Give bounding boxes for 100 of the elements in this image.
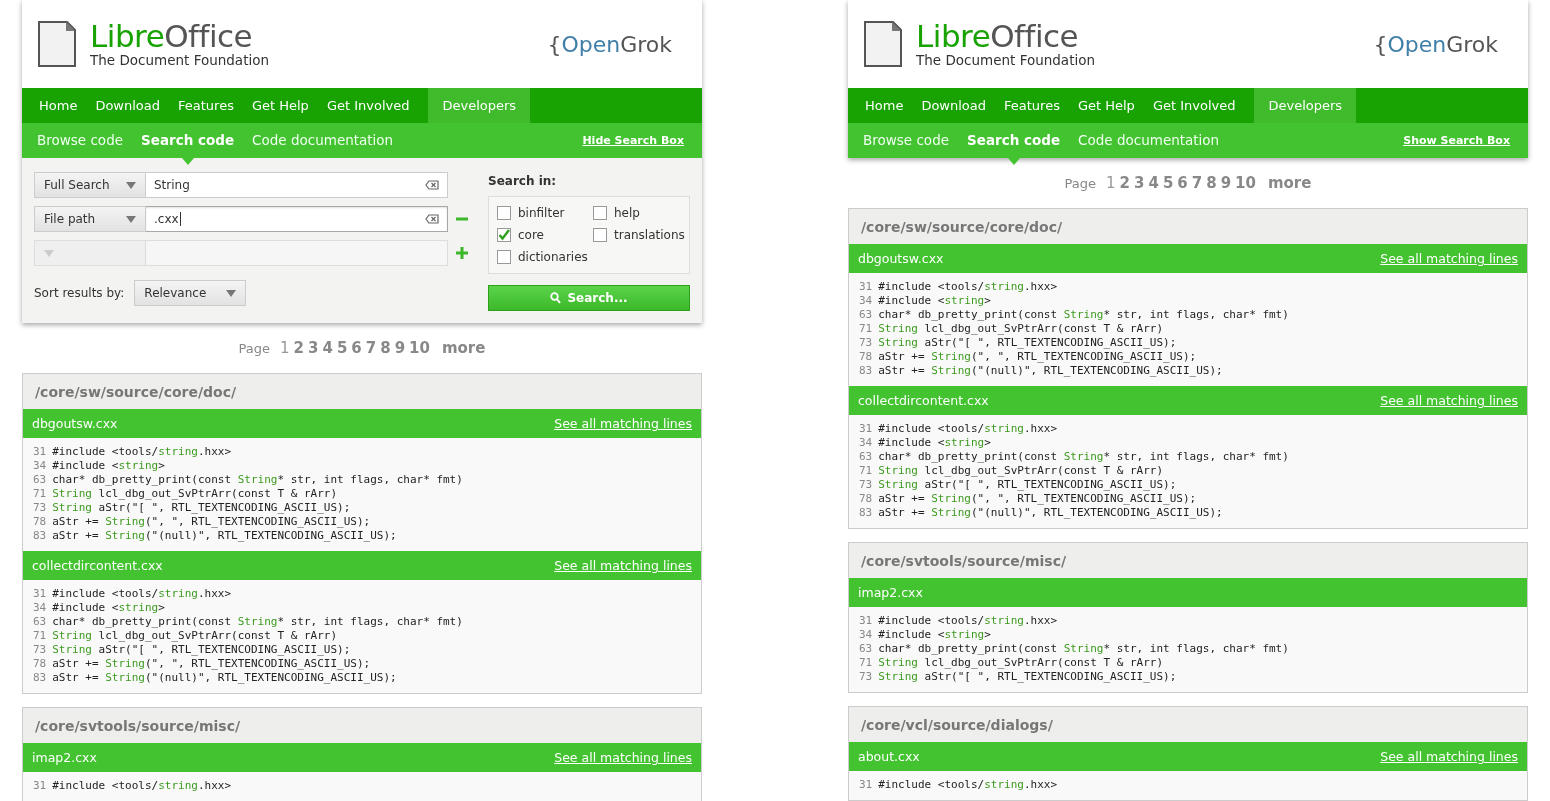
nav-tab[interactable]: Features [169,88,243,123]
page-link[interactable]: 7 [365,339,377,357]
code-line[interactable]: String lcl_dbg_out_SvPtrArr(const T & rArr) [878,656,1164,670]
code-line[interactable]: aStr += String(", ", RTL_TEXTENCODING_ASCII_US); [878,350,1197,364]
page-link[interactable]: 10 [1235,174,1256,192]
clear-icon[interactable] [425,214,439,224]
code-line[interactable]: #include <tools/string.hxx> [52,587,232,601]
search-input-field[interactable]: String [146,172,448,198]
code-line[interactable]: #include <string> [878,436,991,450]
sub-nav-tab[interactable]: Search code [958,123,1070,158]
nav-tab[interactable]: Home [856,88,913,123]
project-checkbox[interactable]: help [593,202,685,224]
file-name[interactable]: about.cxx [858,749,920,764]
code-line[interactable]: String aStr("[ ", RTL_TEXTENCODING_ASCII_US); [52,501,351,515]
code-line[interactable]: aStr += String(", ", RTL_TEXTENCODING_ASCII_US); [52,515,371,529]
code-line[interactable]: String aStr("[ ", RTL_TEXTENCODING_ASCII_US); [878,336,1177,350]
code-line[interactable]: aStr += String("(null)", RTL_TEXTENCODING_ASCII_US); [52,671,397,685]
code-line[interactable]: String lcl_dbg_out_SvPtrArr(const T & rArr) [52,487,338,501]
project-checkbox[interactable]: translations [593,224,685,246]
page-link[interactable]: 8 [380,339,391,357]
code-line[interactable]: String aStr("[ ", RTL_TEXTENCODING_ASCII_US); [878,670,1177,684]
matching-lines-link[interactable]: See all matching lines [1380,393,1518,408]
nav-tab[interactable]: Get Help [242,88,318,123]
code-line[interactable]: #include <string> [52,601,165,615]
code-line[interactable]: char* db_pretty_print(const String* str, int flags, char* fmt) [52,473,463,487]
page-link[interactable]: 1 [1106,174,1116,192]
search-input-field[interactable]: .cxx [146,206,448,232]
search-button[interactable]: Search... [488,285,690,311]
code-line[interactable]: #include <string> [878,628,991,642]
nav-tab[interactable]: Download [86,88,169,123]
code-line[interactable]: aStr += String(", ", RTL_TEXTENCODING_ASCII_US); [878,492,1197,506]
page-link[interactable]: 6 [1177,174,1188,192]
code-line[interactable]: #include <tools/string.hxx> [52,779,232,793]
code-line[interactable]: aStr += String("(null)", RTL_TEXTENCODING_ASCII_US); [878,364,1223,378]
page-link[interactable]: 2 [1119,174,1130,192]
clear-icon[interactable] [425,180,439,190]
nav-tab[interactable]: Developers [428,88,531,123]
code-line[interactable]: #include <string> [52,459,165,473]
file-name[interactable]: collectdircontent.cxx [858,393,989,408]
project-checkbox[interactable]: binfilter [497,202,593,224]
file-name[interactable]: imap2.cxx [32,750,97,765]
nav-tab[interactable]: Get Involved [317,88,419,123]
code-line[interactable]: char* db_pretty_print(const String* str, int flags, char* fmt) [878,450,1289,464]
toggle-search-link[interactable]: Show Search Box [1403,134,1510,147]
code-line[interactable]: aStr += String("(null)", RTL_TEXTENCODING_ASCII_US); [52,529,397,543]
code-line[interactable]: char* db_pretty_print(const String* str, int flags, char* fmt) [52,615,463,629]
page-link[interactable]: 3 [308,339,319,357]
code-line[interactable]: #include <tools/string.hxx> [878,778,1058,792]
sort-dropdown[interactable]: Relevance [134,280,247,306]
matching-lines-link[interactable]: See all matching lines [1380,251,1518,266]
matching-lines-link[interactable]: See all matching lines [554,416,692,431]
code-line[interactable]: #include <string> [878,294,991,308]
nav-tab[interactable]: Home [30,88,87,123]
sub-nav-tab[interactable]: Browse code [28,123,132,158]
code-line[interactable]: #include <tools/string.hxx> [878,280,1058,294]
sub-nav-tab[interactable]: Code documentation [1069,123,1229,158]
code-line[interactable]: aStr += String("(null)", RTL_TEXTENCODING_ASCII_US); [878,506,1223,520]
code-line[interactable]: String aStr("[ ", RTL_TEXTENCODING_ASCII_US); [878,478,1177,492]
page-link[interactable]: 6 [351,339,362,357]
file-name[interactable]: imap2.cxx [858,585,923,600]
page-link[interactable]: 2 [293,339,304,357]
file-name[interactable]: dbgoutsw.cxx [32,416,118,431]
nav-tab[interactable]: Get Involved [1143,88,1245,123]
code-line[interactable]: aStr += String(", ", RTL_TEXTENCODING_ASCII_US); [52,657,371,671]
more-link[interactable]: more [1267,174,1312,192]
page-link[interactable]: 8 [1206,174,1217,192]
code-line[interactable]: #include <tools/string.hxx> [878,614,1058,628]
matching-lines-link[interactable]: See all matching lines [554,558,692,573]
page-link[interactable]: 9 [394,339,406,357]
nav-tab[interactable]: Get Help [1068,88,1144,123]
nav-tab[interactable]: Developers [1254,88,1357,123]
sub-nav-tab[interactable]: Code documentation [243,123,403,158]
page-link[interactable]: 10 [409,339,430,357]
plus-icon[interactable] [456,247,468,259]
nav-tab[interactable]: Features [995,88,1069,123]
page-link[interactable]: 1 [280,339,290,357]
file-name[interactable]: collectdircontent.cxx [32,558,163,573]
page-link[interactable]: 4 [322,339,333,357]
matching-lines-link[interactable]: See all matching lines [1380,749,1518,764]
page-link[interactable]: 7 [1191,174,1203,192]
code-line[interactable]: #include <tools/string.hxx> [52,445,232,459]
matching-lines-link[interactable]: See all matching lines [554,750,692,765]
project-checkbox[interactable]: core [497,224,593,246]
code-line[interactable]: char* db_pretty_print(const String* str, int flags, char* fmt) [878,308,1289,322]
code-line[interactable]: String lcl_dbg_out_SvPtrArr(const T & rArr) [52,629,338,643]
sub-nav-tab[interactable]: Browse code [854,123,958,158]
code-line[interactable]: String aStr("[ ", RTL_TEXTENCODING_ASCII_US); [52,643,351,657]
more-link[interactable]: more [441,339,486,357]
page-link[interactable]: 5 [336,339,348,357]
file-name[interactable]: dbgoutsw.cxx [858,251,944,266]
sub-nav-tab[interactable]: Search code [132,123,244,158]
page-link[interactable]: 5 [1162,174,1174,192]
code-line[interactable]: String lcl_dbg_out_SvPtrArr(const T & rArr) [878,322,1164,336]
toggle-search-link[interactable]: Hide Search Box [582,134,684,147]
code-line[interactable]: #include <tools/string.hxx> [878,422,1058,436]
page-link[interactable]: 9 [1220,174,1232,192]
page-link[interactable]: 4 [1148,174,1159,192]
code-line[interactable]: char* db_pretty_print(const String* str, int flags, char* fmt) [878,642,1289,656]
search-type-dropdown[interactable]: File path [34,206,146,232]
project-checkbox[interactable]: dictionaries [497,246,593,268]
